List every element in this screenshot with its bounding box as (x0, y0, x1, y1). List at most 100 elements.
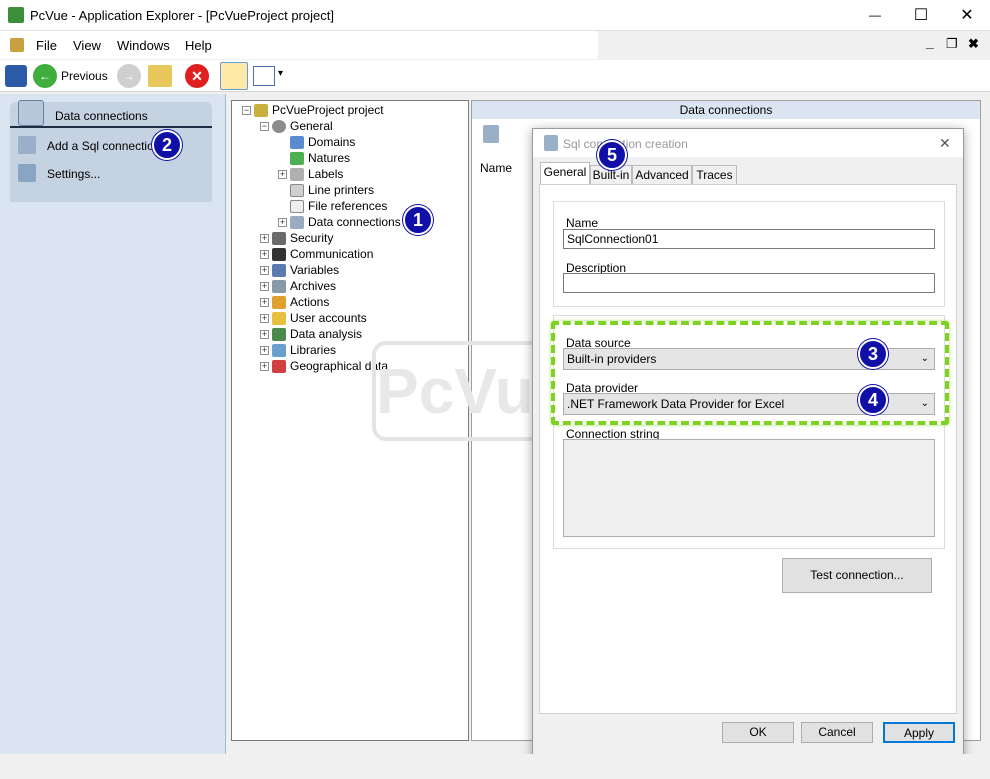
tab-traces[interactable]: Traces (692, 165, 737, 185)
expand-icon[interactable]: + (260, 314, 269, 324)
menu-help[interactable]: Help (185, 38, 212, 53)
folder-up-icon[interactable] (148, 65, 172, 87)
mdi-close-button[interactable]: ✖ (968, 36, 979, 52)
add-connection-icon[interactable] (483, 125, 499, 143)
tree-line-printers-label: Line printers (308, 183, 375, 197)
security-icon (272, 232, 286, 246)
actions-icon (272, 296, 286, 310)
tree-labels[interactable]: + Labels (278, 166, 343, 182)
mdi-restore-button[interactable]: ❐ (946, 36, 958, 52)
add-sql-connection-label: Add a Sql connection (47, 139, 161, 153)
libraries-icon (272, 344, 286, 358)
description-input[interactable] (563, 273, 935, 293)
tree-geographical-data[interactable]: + Geographical data (260, 358, 388, 374)
dialog-icon (544, 135, 558, 151)
tree-security[interactable]: + Security (260, 230, 333, 246)
tree-data-analysis-label: Data analysis (290, 327, 363, 341)
collapse-icon[interactable]: − (260, 122, 269, 132)
tree-root-label: PcVueProject project (272, 103, 384, 117)
tree-labels-label: Labels (308, 167, 344, 181)
expand-icon[interactable]: + (278, 170, 287, 180)
expand-icon[interactable]: + (260, 346, 269, 356)
tree-general[interactable]: − General (260, 118, 333, 134)
tree-actions-label: Actions (290, 295, 330, 309)
ok-button[interactable]: OK (722, 722, 794, 743)
view-mode-icon[interactable] (253, 66, 275, 86)
expand-icon[interactable]: + (260, 330, 269, 340)
apply-button[interactable]: Apply (883, 722, 955, 743)
tab-general[interactable]: General (540, 162, 590, 185)
menu-app-icon (10, 38, 24, 52)
minimize-button[interactable]: — (852, 0, 898, 31)
menu-file[interactable]: File (36, 38, 57, 53)
sql-connection-dialog: Sql connection creation ✕ General Built-… (532, 128, 964, 770)
tree-communication[interactable]: + Communication (260, 246, 373, 262)
stop-icon[interactable]: ✕ (185, 64, 209, 88)
settings-link[interactable]: Settings... (18, 164, 208, 184)
menu-view[interactable]: View (73, 38, 101, 53)
settings-icon (18, 164, 36, 182)
project-icon (254, 104, 268, 118)
callout-badge-4: 4 (858, 385, 888, 415)
communication-icon (272, 248, 286, 262)
expand-icon[interactable]: + (278, 218, 287, 228)
tab-advanced[interactable]: Advanced (632, 165, 692, 185)
tree-natures-label: Natures (308, 151, 351, 165)
content-header: Data connections (472, 101, 980, 119)
tree-security-label: Security (290, 231, 334, 245)
expand-icon[interactable]: + (260, 250, 269, 260)
tree-archives-label: Archives (290, 279, 337, 293)
tree-domains-label: Domains (308, 135, 356, 149)
tree-actions[interactable]: + Actions (260, 294, 329, 310)
tree-data-connections[interactable]: + Data connections (278, 214, 401, 230)
toolbar: ← Previous → ✕ ▾ (0, 60, 990, 92)
tree-communication-label: Communication (290, 247, 374, 261)
gear-icon (272, 120, 286, 134)
printer-icon (290, 184, 304, 198)
expand-icon[interactable]: + (260, 298, 269, 308)
menu-windows[interactable]: Windows (117, 38, 170, 53)
tree-natures[interactable]: Natures (290, 150, 350, 166)
tab-page: Name SqlConnection01 Description Data so… (539, 184, 957, 714)
callout-badge-2: 2 (152, 130, 182, 160)
tree-archives[interactable]: + Archives (260, 278, 336, 294)
name-input[interactable]: SqlConnection01 (563, 229, 935, 249)
test-connection-button[interactable]: Test connection... (782, 558, 932, 593)
variables-icon (272, 264, 286, 278)
maximize-button[interactable]: ☐ (898, 0, 944, 31)
window-title: PcVue - Application Explorer - [PcVuePro… (30, 8, 334, 23)
dialog-close-button[interactable]: ✕ (939, 135, 951, 152)
expand-icon[interactable]: + (260, 362, 269, 372)
expand-icon[interactable]: + (260, 266, 269, 276)
status-bar (0, 754, 990, 779)
connection-string-input[interactable] (563, 439, 935, 537)
task-group: Data connections Add a Sql connection Se… (10, 100, 212, 202)
previous-button[interactable]: Previous (61, 69, 108, 83)
tree-variables[interactable]: + Variables (260, 262, 339, 278)
callout-badge-3: 3 (858, 339, 888, 369)
callout-badge-5: 5 (597, 140, 627, 170)
collapse-icon[interactable]: − (242, 106, 251, 116)
expand-icon[interactable]: + (260, 234, 269, 244)
tree-user-accounts[interactable]: + User accounts (260, 310, 367, 326)
task-group-header[interactable]: Data connections (10, 100, 212, 128)
tree-line-printers[interactable]: Line printers (290, 182, 374, 198)
tree-variables-label: Variables (290, 263, 340, 277)
column-header-name[interactable]: Name (480, 161, 512, 175)
expand-icon[interactable]: + (260, 282, 269, 292)
mdi-minimize-button[interactable]: _ (926, 34, 934, 50)
previous-arrow-icon[interactable]: ← (33, 64, 57, 88)
tree-domains[interactable]: Domains (290, 134, 355, 150)
name-label: Name (566, 216, 599, 230)
tree-root[interactable]: − PcVueProject project (242, 102, 384, 118)
highlight-box (551, 321, 949, 425)
view-mode-dropdown[interactable]: ▾ (278, 68, 283, 79)
tree-libraries[interactable]: + Libraries (260, 342, 336, 358)
callout-badge-1: 1 (403, 205, 433, 235)
folders-icon[interactable] (220, 62, 248, 90)
tree-data-analysis[interactable]: + Data analysis (260, 326, 362, 342)
close-button[interactable]: ✕ (944, 0, 990, 31)
cancel-button[interactable]: Cancel (801, 722, 873, 743)
tree-file-references[interactable]: File references (290, 198, 387, 214)
save-icon[interactable] (5, 65, 27, 87)
